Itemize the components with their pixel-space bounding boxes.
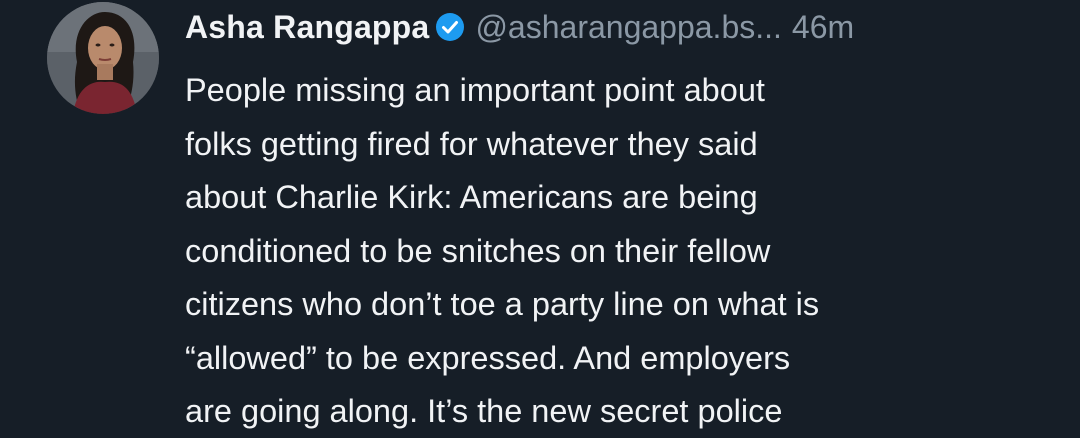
avatar-image xyxy=(47,2,159,114)
post-text-line: are going along. It’s the new secret pol… xyxy=(185,393,783,429)
post[interactable]: Asha Rangappa @asharangappa.bs... 46m Pe… xyxy=(0,0,1080,438)
post-text-line: citizens who don’t toe a party line on w… xyxy=(185,286,820,322)
post-text-line: conditioned to be snitches on their fell… xyxy=(185,232,771,269)
post-content: Asha Rangappa @asharangappa.bs... 46m Pe… xyxy=(185,4,1065,438)
verified-check-icon xyxy=(435,12,465,42)
author-handle[interactable]: @asharangappa.bs... xyxy=(475,9,781,46)
post-text: People missing an important point about … xyxy=(185,64,1065,438)
post-text-line: about Charlie Kirk: Americans are being xyxy=(185,179,758,215)
author-name[interactable]: Asha Rangappa xyxy=(185,9,429,46)
post-text-line: folks getting fired for whatever they sa… xyxy=(185,125,758,162)
post-text-line: People missing an important point about xyxy=(185,72,765,108)
avatar[interactable] xyxy=(47,2,159,114)
post-text-line: “allowed” to be expressed. And employers xyxy=(185,339,791,376)
post-header: Asha Rangappa @asharangappa.bs... 46m xyxy=(185,4,1065,50)
post-timestamp[interactable]: 46m xyxy=(792,9,854,46)
